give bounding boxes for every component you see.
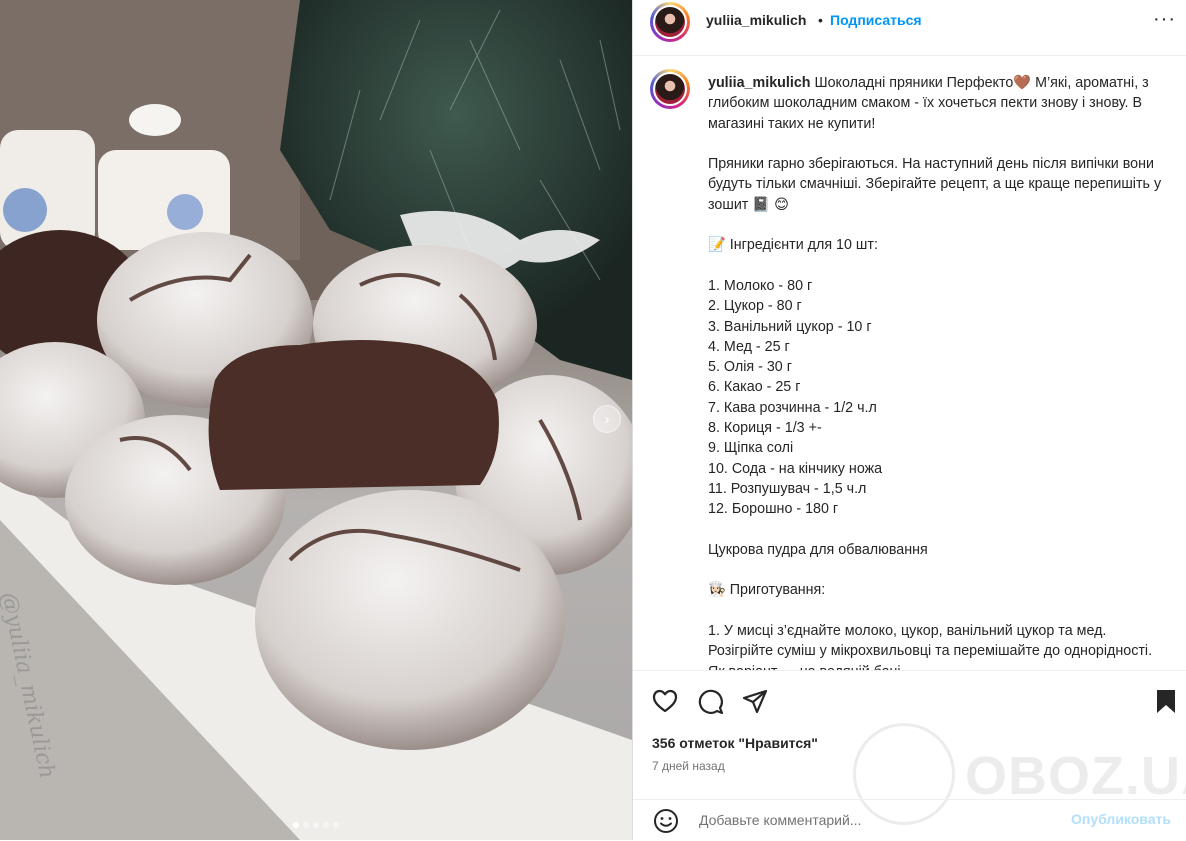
caption-line: 2. Цукор - 80 г bbox=[708, 298, 802, 315]
post-caption: yuliia_mikulich Шоколадні пряники Перфек… bbox=[708, 73, 1163, 670]
publish-button[interactable]: Опубликовать bbox=[1071, 811, 1171, 827]
oboz-watermark-text: OBOZ.UA bbox=[965, 746, 1186, 806]
carousel-dot bbox=[313, 822, 319, 828]
caption-gap bbox=[708, 134, 1163, 154]
caption-gap bbox=[708, 215, 1163, 235]
carousel-dot bbox=[303, 822, 309, 828]
caption-gap bbox=[708, 520, 1163, 540]
carousel-dot bbox=[293, 822, 299, 828]
caption-avatar[interactable] bbox=[650, 69, 690, 109]
caption-line: 10. Сода - на кінчику ножа bbox=[708, 460, 883, 477]
avatar-image bbox=[655, 7, 685, 37]
caption-line: 11. Розпушувач - 1,5 ч.л bbox=[708, 480, 867, 497]
caption-line: 7. Кава розчинна - 1/2 ч.л bbox=[708, 399, 877, 416]
caption-line: Пряники гарно зберігаються. На наступний… bbox=[708, 156, 1162, 213]
caption-gap bbox=[708, 256, 1163, 276]
author-username[interactable]: yuliia_mikulich bbox=[706, 12, 806, 28]
carousel-dot bbox=[323, 822, 329, 828]
caption-line: 6. Какао - 25 г bbox=[708, 379, 801, 396]
caption-line: 8. Кориця - 1/3 +- bbox=[708, 420, 822, 437]
caption-gap bbox=[708, 560, 1163, 580]
caption-username[interactable]: yuliia_mikulich bbox=[708, 75, 811, 91]
share-icon[interactable] bbox=[742, 689, 768, 715]
caption-line: 4. Мед - 25 г bbox=[708, 338, 790, 355]
instagram-post-modal: @yuliia_mikulich › yuliia_mikulich • Под… bbox=[0, 0, 1186, 840]
post-header: yuliia_mikulich • Подписаться ··· bbox=[633, 0, 1186, 56]
caption-line: 👩🏻‍🍳 Приготування: bbox=[708, 582, 826, 599]
caption-line: 3. Ванільний цукор - 10 г bbox=[708, 318, 872, 335]
bookmark-icon[interactable] bbox=[1156, 689, 1176, 714]
header-separator: • bbox=[818, 12, 823, 28]
post-photo[interactable]: @yuliia_mikulich › bbox=[0, 0, 632, 840]
caption-line: 12. Борошно - 180 г bbox=[708, 501, 839, 518]
caption-line: 📝 Інгредієнти для 10 шт: bbox=[708, 237, 878, 254]
avatar bbox=[653, 5, 687, 39]
comment-bar: Опубликовать bbox=[633, 799, 1186, 841]
caption-line: Цукрова пудра для обвалювання bbox=[708, 541, 928, 558]
caption-line: 1. Молоко - 80 г bbox=[708, 277, 813, 294]
chevron-right-icon: › bbox=[604, 410, 610, 428]
caption-scroll-area[interactable]: yuliia_mikulich Шоколадні пряники Перфек… bbox=[633, 56, 1186, 670]
caption-gap bbox=[708, 601, 1163, 621]
carousel-next-button[interactable]: › bbox=[593, 405, 621, 433]
caption-line: 1. У мисці з’єднайте молоко, цукор, вані… bbox=[708, 623, 1153, 670]
likes-count[interactable]: 356 отметок "Нравится" bbox=[652, 735, 818, 751]
author-avatar[interactable] bbox=[650, 2, 690, 42]
smiley-icon[interactable] bbox=[653, 808, 679, 834]
avatar-image bbox=[655, 74, 685, 104]
caption-line: 9. Щіпка солі bbox=[708, 440, 794, 457]
caption-line: 5. Олія - 30 г bbox=[708, 359, 792, 376]
heart-icon[interactable] bbox=[652, 689, 678, 713]
follow-button[interactable]: Подписаться bbox=[830, 12, 922, 28]
more-options-icon[interactable]: ··· bbox=[1153, 8, 1176, 31]
post-time[interactable]: 7 дней назад bbox=[652, 759, 725, 773]
carousel-dots bbox=[0, 822, 632, 828]
comment-icon[interactable] bbox=[698, 689, 724, 715]
avatar bbox=[653, 72, 687, 106]
comment-input[interactable] bbox=[697, 808, 1061, 832]
cookies-illustration bbox=[0, 0, 632, 840]
carousel-dot bbox=[333, 822, 339, 828]
post-side-panel: yuliia_mikulich • Подписаться ··· yuliia… bbox=[633, 0, 1186, 840]
post-actions: OBOZ.UA 356 отметок "Нравится" 7 дней на… bbox=[633, 670, 1186, 840]
